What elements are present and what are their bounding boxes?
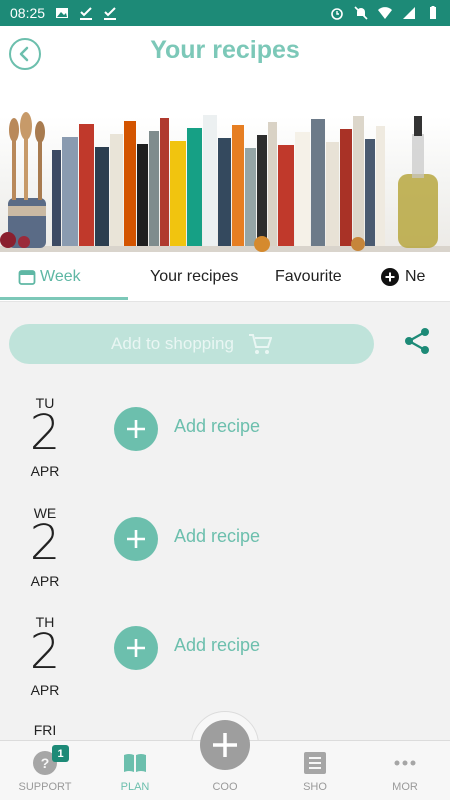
page-title: Your recipes xyxy=(150,36,300,64)
add-recipe-label[interactable]: Add recipe xyxy=(174,635,260,656)
task-done-icon-2 xyxy=(104,7,117,20)
image-notification-icon xyxy=(56,8,69,18)
tab-your-recipes[interactable]: Your recipes xyxy=(150,252,238,302)
tab-your-recipes-label: Your recipes xyxy=(150,268,239,285)
day-number: 2 xyxy=(29,515,61,571)
alarm-icon xyxy=(331,8,343,20)
tab-week-label: Week xyxy=(40,268,81,285)
add-recipe-button[interactable] xyxy=(114,517,158,561)
task-done-icon xyxy=(80,7,93,20)
book-spine xyxy=(137,144,148,246)
nav-support[interactable]: ? 1 SUPPORT xyxy=(0,741,90,800)
books-row xyxy=(52,115,385,246)
status-time: 08:25 xyxy=(10,5,46,21)
day-month: APR xyxy=(30,682,60,698)
add-to-shopping-label: Add to shopping xyxy=(111,334,234,353)
day-month: APR xyxy=(30,463,60,479)
day-row-th: TH 2 APR Add recipe xyxy=(0,614,450,714)
nav-support-label: SUPPORT xyxy=(18,781,72,793)
tab-new-label: Ne xyxy=(405,268,426,285)
open-book-icon xyxy=(124,754,146,772)
status-bar: 08:25 xyxy=(0,0,450,26)
tab-bar: Week Your recipes Favourite Ne xyxy=(0,252,450,302)
book-spine xyxy=(278,145,294,246)
mute-bell-icon xyxy=(354,6,368,20)
add-recipe-label[interactable]: Add recipe xyxy=(174,416,260,437)
book-spine xyxy=(187,128,202,246)
battery-icon xyxy=(430,6,436,19)
book-spine xyxy=(203,115,217,246)
add-recipe-label[interactable]: Add recipe xyxy=(174,526,260,547)
bookshelf-illustration xyxy=(0,112,450,252)
nav-shopping-label: SHO xyxy=(303,781,327,793)
tab-new[interactable]: Ne xyxy=(381,252,425,302)
book-spine xyxy=(295,132,310,246)
book-spine xyxy=(353,116,364,246)
nav-more[interactable]: MOR xyxy=(360,741,450,800)
cook-fab-button[interactable] xyxy=(200,720,250,770)
svg-text:?: ? xyxy=(41,755,50,771)
book-spine xyxy=(245,148,256,246)
add-recipe-button[interactable] xyxy=(114,407,158,451)
book-spine xyxy=(340,129,352,246)
book-spine xyxy=(232,125,244,246)
tab-favourite-label: Favourite xyxy=(275,268,342,285)
day-number: 2 xyxy=(29,624,61,680)
book-spine xyxy=(257,135,267,246)
day-row-we: WE 2 APR Add recipe xyxy=(0,505,450,605)
book-spine xyxy=(95,147,109,246)
nav-shopping[interactable]: SHO xyxy=(270,741,360,800)
nav-cook-label: COO xyxy=(212,781,238,793)
plus-circle-icon xyxy=(381,268,399,286)
book-spine xyxy=(311,119,325,246)
day-row-tu: TU 2 APR Add recipe xyxy=(0,395,450,495)
day-abbr: FRI xyxy=(33,722,57,738)
day-number: 2 xyxy=(29,405,61,461)
plus-icon xyxy=(127,420,145,438)
tab-favourite[interactable]: Favourite xyxy=(275,252,342,302)
add-to-shopping-button[interactable]: Add to shopping xyxy=(9,324,374,364)
plus-icon xyxy=(127,530,145,548)
book-spine xyxy=(160,118,169,246)
tab-week[interactable]: Week xyxy=(18,252,81,302)
hero-bookshelf-image xyxy=(0,86,450,252)
list-icon xyxy=(304,752,326,774)
day-month: APR xyxy=(30,573,60,589)
book-spine xyxy=(110,134,123,246)
add-recipe-button[interactable] xyxy=(114,626,158,670)
share-button[interactable] xyxy=(402,326,432,356)
nav-plan[interactable]: PLAN xyxy=(90,741,180,800)
plus-icon xyxy=(213,733,237,757)
book-spine xyxy=(149,131,159,246)
book-spine xyxy=(376,126,385,246)
book-spine xyxy=(124,121,136,246)
more-dots-icon xyxy=(394,760,416,766)
book-spine xyxy=(326,142,339,246)
nav-more-label: MOR xyxy=(392,781,418,793)
nav-plan-label: PLAN xyxy=(120,781,150,793)
app-header: Your recipes xyxy=(0,26,450,86)
tab-active-indicator xyxy=(0,297,128,300)
book-spine xyxy=(170,141,186,246)
plus-icon xyxy=(127,639,145,657)
share-icon xyxy=(405,328,429,354)
shopping-cart-icon xyxy=(248,334,272,354)
book-spine xyxy=(218,138,231,246)
book-spine xyxy=(52,150,61,246)
book-spine xyxy=(62,137,78,246)
book-spine xyxy=(365,139,375,246)
signal-icon xyxy=(403,7,415,19)
book-spine xyxy=(79,124,94,246)
book-spine xyxy=(268,122,277,246)
notification-badge: 1 xyxy=(52,745,69,762)
calendar-icon xyxy=(18,270,36,285)
wifi-icon xyxy=(378,7,392,19)
